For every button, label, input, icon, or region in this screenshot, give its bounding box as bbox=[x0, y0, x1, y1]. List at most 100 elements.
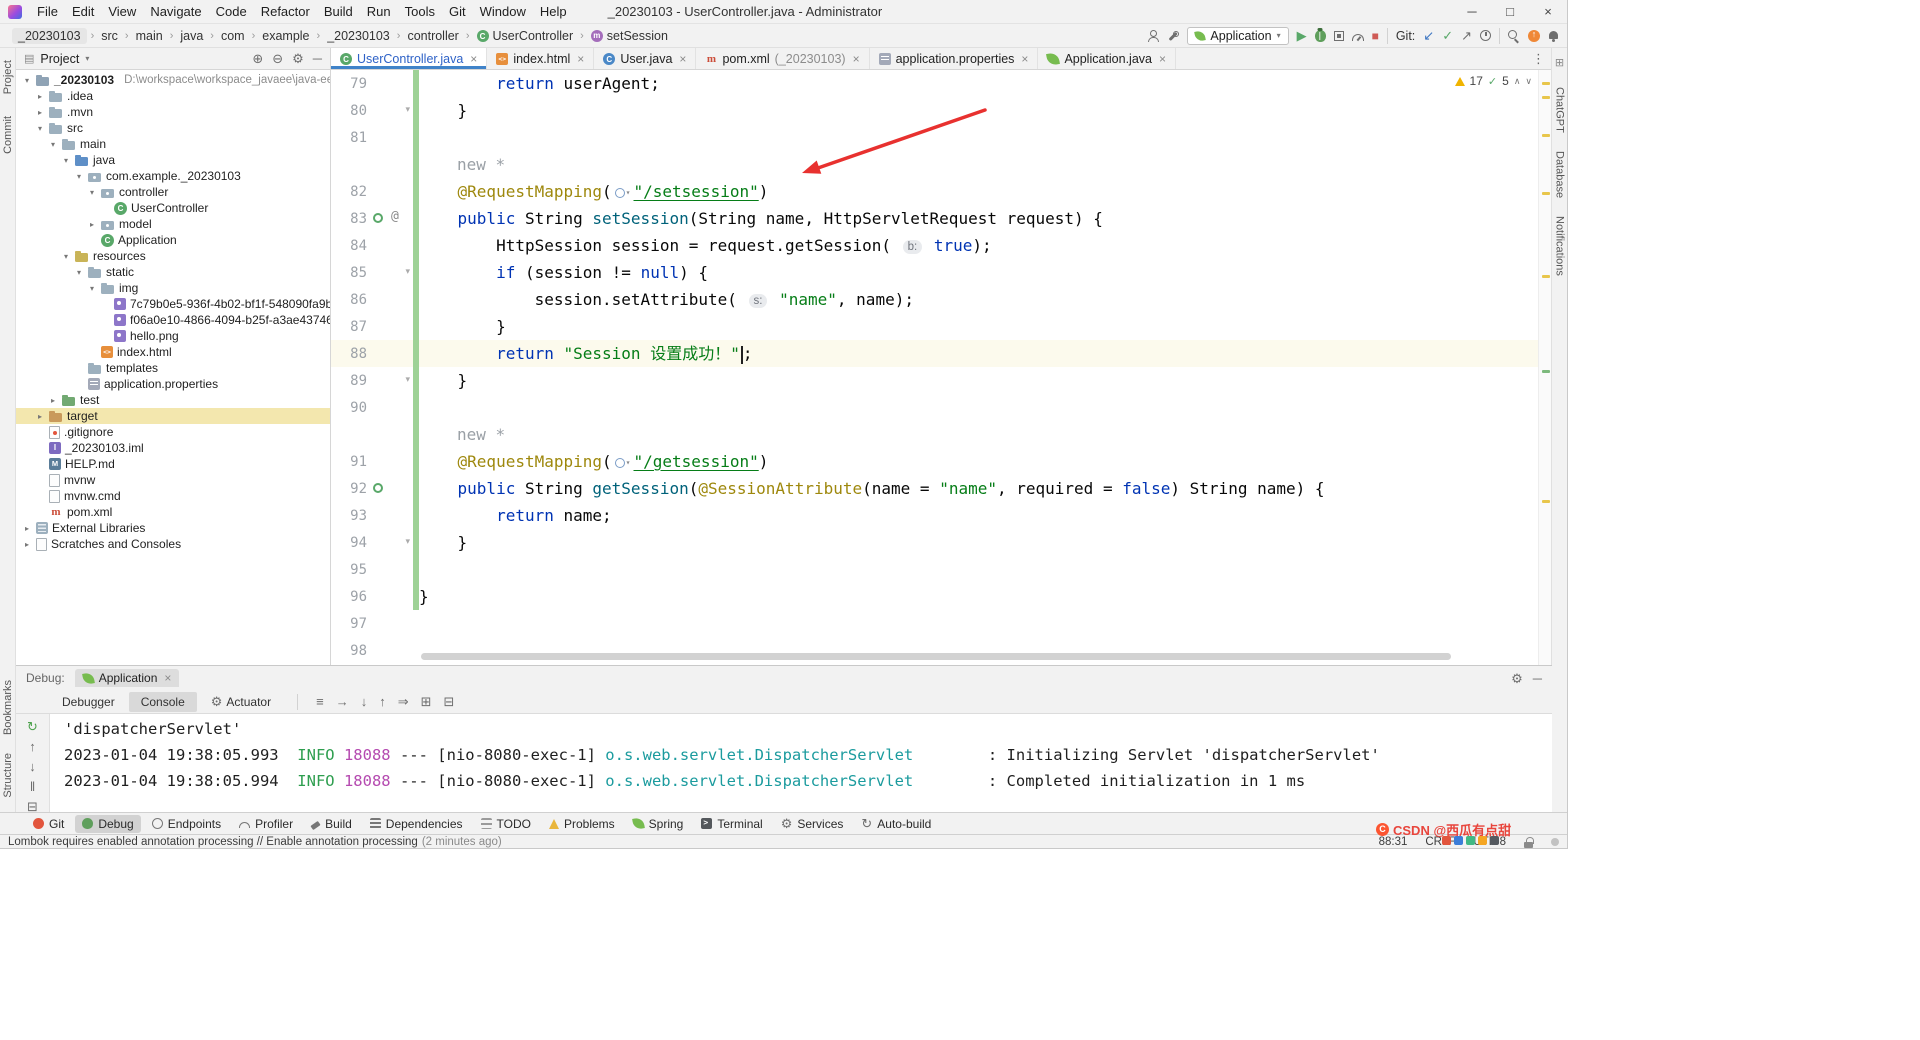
code-line[interactable]: 79 return userAgent; bbox=[331, 70, 1552, 97]
code-line[interactable]: 86 session.setAttribute( s: "name", name… bbox=[331, 286, 1552, 313]
tool-button-terminal[interactable]: Terminal bbox=[694, 815, 769, 833]
code-line[interactable]: 94▾ } bbox=[331, 529, 1552, 556]
tool-strip-item-notifications[interactable]: Notifications bbox=[1554, 216, 1566, 276]
minimize-button[interactable]: ─ bbox=[1453, 0, 1491, 23]
hide-icon[interactable]: ─ bbox=[313, 52, 322, 65]
coverage-icon[interactable] bbox=[1334, 31, 1344, 41]
collapse-all-icon[interactable]: ⊖ bbox=[272, 52, 283, 65]
hide-icon[interactable]: ─ bbox=[1533, 672, 1542, 685]
chevron-down-icon[interactable]: ▾ bbox=[87, 284, 97, 293]
line-number[interactable]: 87 bbox=[331, 319, 367, 335]
tree-row[interactable]: _20230103.iml bbox=[16, 440, 330, 456]
code-line[interactable]: 89▾ } bbox=[331, 367, 1552, 394]
menu-navigate[interactable]: Navigate bbox=[143, 1, 208, 22]
tree-row[interactable]: ▾main bbox=[16, 136, 330, 152]
tree-row[interactable]: ▾_20230103D:\workspace\workspace_javaee\… bbox=[16, 72, 330, 88]
tree-row[interactable]: templates bbox=[16, 360, 330, 376]
line-number[interactable]: 86 bbox=[331, 292, 367, 308]
run-to-cursor-icon[interactable]: ⇒ bbox=[398, 695, 409, 708]
close-icon[interactable]: × bbox=[1159, 52, 1166, 66]
tool-strip-item-structure[interactable]: Structure bbox=[2, 753, 14, 798]
maximize-button[interactable]: □ bbox=[1491, 0, 1529, 23]
tree-row[interactable]: ▸.idea bbox=[16, 88, 330, 104]
list-icon[interactable]: ≡ bbox=[316, 695, 324, 708]
tool-button-todo[interactable]: TODO bbox=[474, 815, 538, 833]
warning-tick[interactable] bbox=[1542, 134, 1550, 137]
line-number[interactable]: 79 bbox=[331, 76, 367, 92]
tool-button-build[interactable]: Build bbox=[304, 815, 359, 833]
tree-row[interactable]: ▾com.example._20230103 bbox=[16, 168, 330, 184]
tree-row[interactable]: .gitignore bbox=[16, 424, 330, 440]
menu-refactor[interactable]: Refactor bbox=[254, 1, 317, 22]
settings-icon[interactable]: ⚙ bbox=[292, 52, 304, 65]
code-vision-hint[interactable]: new * bbox=[457, 155, 505, 174]
tree-row[interactable]: hello.png bbox=[16, 328, 330, 344]
breadcrumb-item[interactable]: main bbox=[133, 28, 166, 44]
chevron-down-icon[interactable]: ▾ bbox=[61, 252, 71, 261]
tree-row[interactable]: HELP.md bbox=[16, 456, 330, 472]
editor-tab[interactable]: User.java× bbox=[594, 48, 696, 69]
tree-row[interactable]: ▾controller bbox=[16, 184, 330, 200]
tool-button-services[interactable]: ⚙Services bbox=[774, 815, 851, 833]
warning-tick[interactable] bbox=[1542, 275, 1550, 278]
breadcrumb-item[interactable]: setSession bbox=[588, 28, 671, 44]
close-icon[interactable]: × bbox=[577, 52, 584, 66]
layout-icon[interactable]: ⊟ bbox=[444, 695, 455, 708]
debug-icon[interactable] bbox=[1315, 30, 1326, 42]
error-stripe[interactable] bbox=[1538, 70, 1552, 665]
tool-button-spring[interactable]: Spring bbox=[626, 815, 691, 833]
tool-button-debug[interactable]: Debug bbox=[75, 815, 140, 833]
code-line[interactable]: 93 return name; bbox=[331, 502, 1552, 529]
endpoint-navigate-icon[interactable]: ▾ bbox=[615, 449, 631, 475]
menu-git[interactable]: Git bbox=[442, 1, 473, 22]
locate-icon[interactable]: ⊕ bbox=[252, 52, 263, 65]
chevron-down-icon[interactable]: ▾ bbox=[85, 54, 89, 63]
menu-tools[interactable]: Tools bbox=[398, 1, 442, 22]
chevron-down-icon[interactable]: ▾ bbox=[74, 172, 84, 181]
close-button[interactable]: × bbox=[1529, 0, 1567, 23]
chevron-down-icon[interactable]: ▾ bbox=[87, 188, 97, 197]
status-message[interactable]: Lombok requires enabled annotation proce… bbox=[8, 836, 418, 848]
debug-session-tab[interactable]: Application × bbox=[75, 669, 180, 687]
editor-tab[interactable]: pom.xml(_20230103)× bbox=[696, 48, 869, 69]
menu-edit[interactable]: Edit bbox=[65, 1, 101, 22]
endpoint-navigate-icon[interactable]: ▾ bbox=[615, 179, 631, 205]
breadcrumb-item[interactable]: _20230103 bbox=[12, 28, 87, 44]
tree-row[interactable]: ▾resources bbox=[16, 248, 330, 264]
code-line[interactable]: 97 bbox=[331, 610, 1552, 637]
breadcrumb-item[interactable]: _20230103 bbox=[324, 28, 393, 44]
debug-tab-debugger[interactable]: Debugger bbox=[50, 692, 127, 712]
tree-row[interactable]: Application bbox=[16, 232, 330, 248]
close-icon[interactable]: × bbox=[470, 52, 477, 66]
line-number[interactable]: 83 bbox=[331, 211, 367, 227]
line-number[interactable]: 80 bbox=[331, 103, 367, 119]
code-line[interactable]: 84 HttpSession session = request.getSess… bbox=[331, 232, 1552, 259]
close-icon[interactable]: × bbox=[679, 52, 686, 66]
editor-tab[interactable]: UserController.java× bbox=[331, 48, 487, 69]
chevron-right-icon[interactable]: ▸ bbox=[35, 92, 45, 101]
code-line[interactable]: 88 return "Session 设置成功！"; bbox=[331, 340, 1552, 367]
tree-row[interactable]: ▾java bbox=[16, 152, 330, 168]
tool-strip-item-database[interactable]: Database bbox=[1554, 151, 1566, 198]
chevron-right-icon[interactable]: ▸ bbox=[35, 108, 45, 117]
editor-tab[interactable]: index.html× bbox=[487, 48, 594, 69]
chevron-down-icon[interactable]: ▾ bbox=[61, 156, 71, 165]
notifications-icon[interactable] bbox=[1548, 30, 1559, 42]
code-line[interactable]: 90 bbox=[331, 394, 1552, 421]
line-number[interactable]: 94 bbox=[331, 535, 367, 551]
step-over-icon[interactable]: → bbox=[336, 695, 349, 708]
close-icon[interactable]: × bbox=[164, 671, 171, 685]
chevron-down-icon[interactable]: ▾ bbox=[74, 268, 84, 277]
fold-arrow-icon[interactable]: ▾ bbox=[405, 266, 410, 277]
line-number[interactable]: 90 bbox=[331, 400, 367, 416]
code-line[interactable]: 85▾ if (session != null) { bbox=[331, 259, 1552, 286]
tree-row[interactable]: ▾src bbox=[16, 120, 330, 136]
step-into-icon[interactable]: ↓ bbox=[361, 695, 368, 708]
line-number[interactable]: 92 bbox=[331, 481, 367, 497]
fold-arrow-icon[interactable]: ▾ bbox=[405, 374, 410, 385]
tree-row[interactable]: index.html bbox=[16, 344, 330, 360]
tree-row[interactable]: pom.xml bbox=[16, 504, 330, 520]
warning-tick[interactable] bbox=[1542, 82, 1550, 85]
tree-row[interactable]: ▸Scratches and Consoles bbox=[16, 536, 330, 552]
request-mapping-icon[interactable] bbox=[373, 213, 383, 223]
